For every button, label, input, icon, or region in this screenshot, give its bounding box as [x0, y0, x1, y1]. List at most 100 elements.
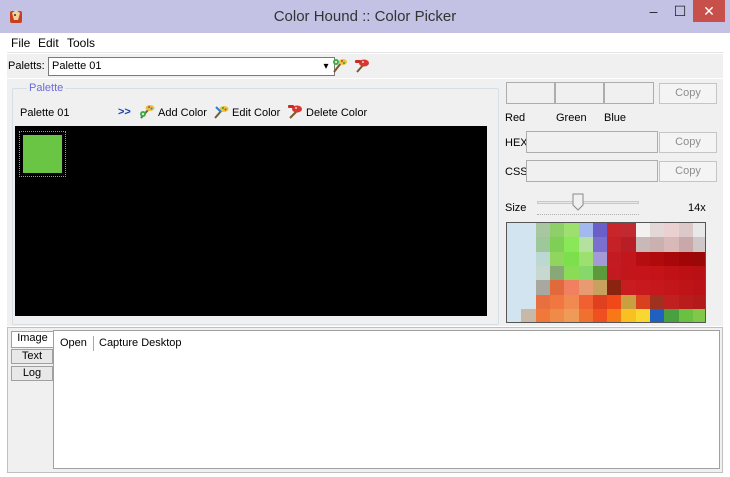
close-button[interactable]: ✕ [693, 0, 725, 22]
zoom-pixel [621, 265, 637, 281]
swatch-area[interactable] [15, 126, 487, 316]
palette-group: Palette Palette 01 >> Add Color Edit Col… [12, 82, 499, 325]
zoom-pixel [607, 251, 623, 267]
menu-tools[interactable]: Tools [67, 36, 95, 50]
zoom-pixel [564, 251, 580, 267]
size-slider-thumb[interactable] [572, 193, 584, 211]
palette-group-title: Palette [27, 82, 66, 94]
palette-select-value: Palette 01 [52, 60, 102, 72]
zoom-pixel [507, 280, 522, 296]
zoom-pixel [607, 265, 623, 281]
zoom-pixel [578, 280, 594, 296]
zoom-pixel [549, 265, 565, 281]
title-bar[interactable]: Color Hound :: Color Picker – ☐ ✕ [0, 0, 730, 33]
image-tab-content: Open Capture Desktop [53, 330, 720, 469]
delete-color-label: Delete Color [306, 107, 368, 119]
zoom-pixel [521, 294, 537, 310]
zoom-pixel [692, 265, 705, 281]
swatch-selection[interactable] [19, 131, 66, 177]
minimize-button[interactable]: – [640, 0, 667, 22]
zoom-pixel [664, 265, 680, 281]
delete-palette-icon[interactable] [353, 57, 371, 75]
zoom-pixel [521, 265, 537, 281]
zoom-pixel [507, 308, 522, 322]
size-slider-ticks [537, 212, 639, 215]
edit-color-label: Edit Color [232, 107, 281, 119]
main-area: Palette Palette 01 >> Add Color Edit Col… [7, 79, 723, 326]
color-swatch[interactable] [23, 135, 62, 173]
zoom-pixel [692, 294, 705, 310]
zoom-pixel [592, 237, 608, 253]
add-palette-icon[interactable] [331, 57, 349, 75]
zoom-pixel [650, 223, 665, 238]
zoom-pixel [692, 223, 705, 238]
zoom-pixel [664, 251, 680, 267]
zoom-pixel [578, 294, 594, 310]
zoom-pixel [650, 308, 665, 322]
zoom-pixel [578, 308, 594, 322]
zoom-pixel [549, 223, 565, 238]
zoom-pixel [635, 280, 651, 296]
zoom-pixel [507, 265, 522, 281]
zoom-pixel [507, 294, 522, 310]
capture-desktop-button[interactable]: Capture Desktop [99, 337, 182, 349]
open-image-button[interactable]: Open [60, 337, 87, 349]
zoom-pixel [635, 294, 651, 310]
zoom-pixel [564, 280, 580, 296]
zoom-pixel [507, 223, 522, 238]
zoom-pixel [635, 308, 651, 322]
zoom-pixel [564, 308, 580, 322]
maximize-button[interactable]: ☐ [667, 0, 693, 22]
zoom-pixel [549, 251, 565, 267]
copy-css-button[interactable]: Copy [659, 161, 717, 182]
zoom-pixel [621, 237, 637, 253]
zoom-pixel [535, 251, 551, 267]
zoom-pixel [650, 265, 665, 281]
size-slider-track[interactable] [537, 201, 639, 204]
tab-text[interactable]: Text [11, 349, 53, 364]
zoom-pixel [678, 223, 694, 238]
menu-edit[interactable]: Edit [38, 36, 59, 50]
zoom-pixel [650, 294, 665, 310]
menu-file[interactable]: File [11, 36, 30, 50]
zoom-pixel [521, 237, 537, 253]
zoom-pixel [607, 280, 623, 296]
zoom-pixel [592, 280, 608, 296]
zoom-pixel [592, 251, 608, 267]
zoom-pixel [521, 280, 537, 296]
zoom-pixel [535, 308, 551, 322]
edit-color-icon [214, 106, 229, 119]
hex-field[interactable] [526, 131, 658, 153]
zoom-pixel [692, 237, 705, 253]
blue-label: Blue [604, 112, 627, 124]
zoom-pixel [692, 251, 705, 267]
toolbar-separator [93, 336, 94, 351]
zoom-pixel [650, 280, 665, 296]
add-color-label: Add Color [158, 107, 207, 119]
palette-select[interactable]: Palette 01 ▾ [48, 57, 335, 76]
copy-hex-button[interactable]: Copy [659, 132, 717, 153]
tab-log[interactable]: Log [11, 366, 53, 381]
paletts-label: Paletts: [8, 60, 45, 72]
size-label: Size [505, 202, 527, 214]
zoom-pixel [535, 294, 551, 310]
zoom-pixel [521, 308, 537, 322]
zoom-pixel [521, 251, 537, 267]
zoom-pixel [692, 308, 705, 322]
expand-arrows[interactable]: >> [118, 106, 131, 118]
red-value-box [506, 82, 555, 104]
size-value: 14x [688, 202, 706, 214]
css-field[interactable] [526, 160, 658, 182]
zoom-pixel [650, 237, 665, 253]
zoom-pixel [607, 223, 623, 238]
zoom-pixel [678, 251, 694, 267]
zoom-pixel [635, 237, 651, 253]
zoom-pixel [535, 237, 551, 253]
zoom-pixel [578, 237, 594, 253]
zoom-pixel [549, 237, 565, 253]
copy-rgb-button[interactable]: Copy [659, 83, 717, 104]
zoom-pixel [549, 280, 565, 296]
zoom-pixel [635, 251, 651, 267]
tab-image[interactable]: Image [11, 331, 53, 348]
zoom-pixel [564, 265, 580, 281]
